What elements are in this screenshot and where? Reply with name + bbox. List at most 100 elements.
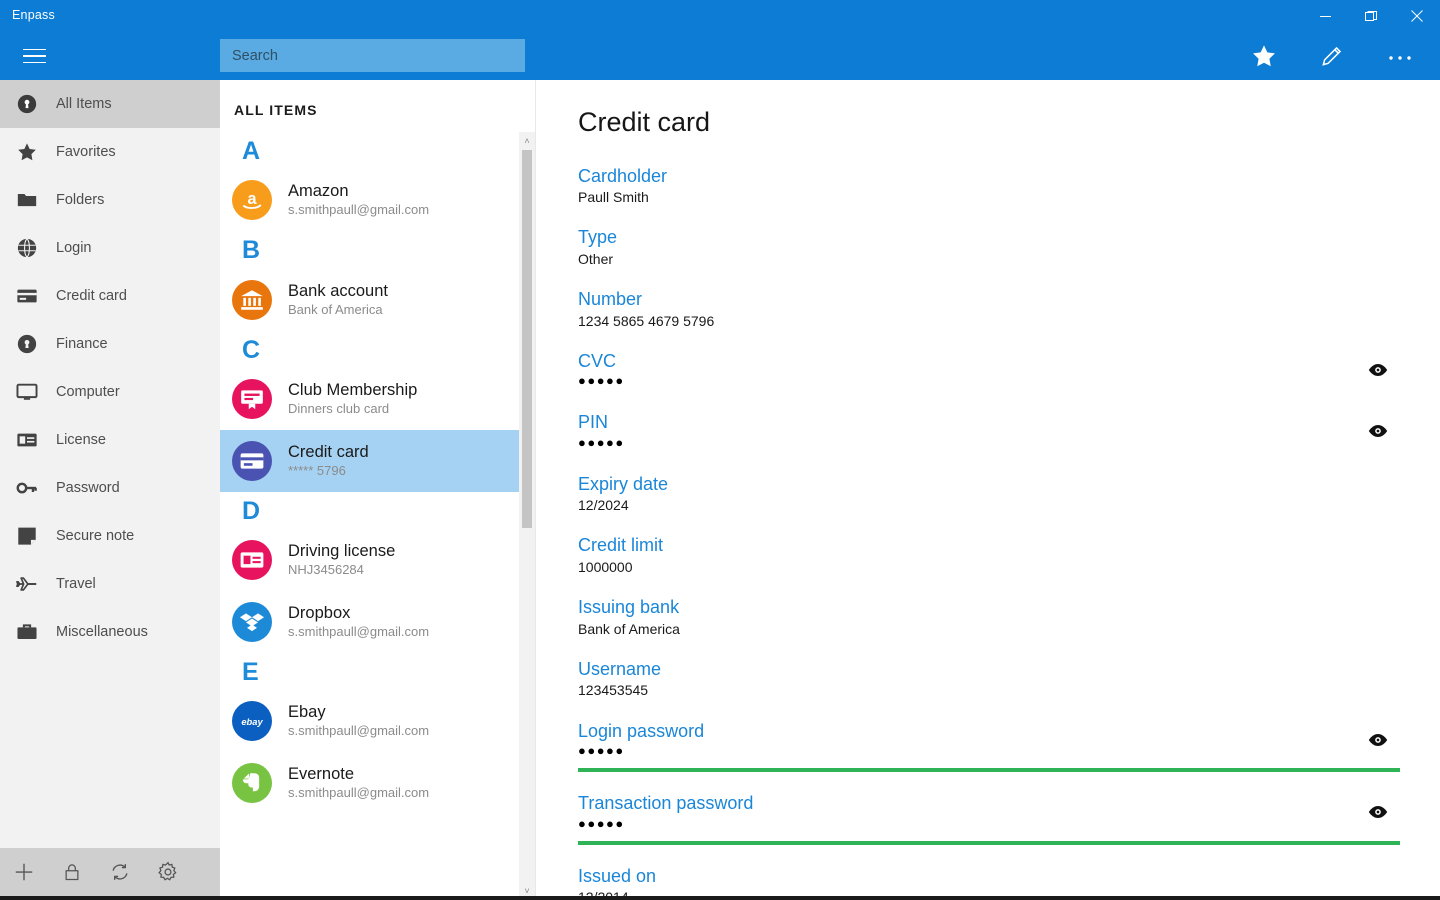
idcard-icon	[14, 427, 40, 453]
sidebar-item-miscellaneous[interactable]: Miscellaneous	[0, 608, 220, 656]
add-item-button[interactable]	[0, 848, 48, 900]
field-label: CVC	[578, 350, 1400, 373]
sidebar-item-password[interactable]: Password	[0, 464, 220, 512]
field-label: Username	[578, 658, 1400, 681]
list-item-subtitle: s.smithpaull@gmail.com	[288, 625, 429, 640]
detail-field: TypeOther	[578, 226, 1400, 268]
globe-icon	[14, 235, 40, 261]
list-item-subtitle: Dinners club card	[288, 402, 417, 417]
field-value-masked[interactable]: ●●●●●	[578, 743, 1400, 761]
list-item[interactable]: ebayEbays.smithpaull@gmail.com	[220, 690, 535, 752]
plus-icon	[13, 861, 35, 888]
sidebar-item-label: License	[56, 433, 106, 448]
list-item-title: Bank account	[288, 282, 388, 301]
field-value[interactable]: 123453545	[578, 681, 1400, 699]
sidebar-item-folders[interactable]: Folders	[0, 176, 220, 224]
sidebar-nav: All Items Favorites FoldersLogin Credit car…	[0, 80, 220, 848]
note-icon	[14, 523, 40, 549]
sidebar-item-all-items[interactable]: All Items	[0, 80, 220, 128]
field-value[interactable]: Bank of America	[578, 620, 1400, 638]
edit-button[interactable]	[1298, 36, 1366, 80]
sidebar-item-license[interactable]: License	[0, 416, 220, 464]
sidebar-item-travel[interactable]: Travel	[0, 560, 220, 608]
hamburger-line	[23, 49, 46, 51]
settings-button[interactable]	[144, 848, 192, 900]
hamburger-menu-button[interactable]	[10, 40, 58, 72]
favorite-button[interactable]	[1230, 36, 1298, 80]
sidebar-item-label: Secure note	[56, 529, 134, 544]
close-button[interactable]	[1394, 0, 1440, 32]
creditcard-icon	[14, 283, 40, 309]
list-item-subtitle: NHJ3456284	[288, 563, 395, 578]
sidebar-item-label: Favorites	[56, 145, 116, 160]
detail-field: CVC●●●●●	[578, 350, 1400, 392]
list-item[interactable]: Driving licenseNHJ3456284	[220, 529, 535, 591]
sidebar-item-label: Credit card	[56, 289, 127, 304]
list-item-subtitle: s.smithpaull@gmail.com	[288, 203, 429, 218]
lock-button[interactable]	[48, 848, 96, 900]
list-item[interactable]: Dropboxs.smithpaull@gmail.com	[220, 591, 535, 653]
keyhole-icon	[14, 91, 40, 117]
field-value[interactable]: 1000000	[578, 558, 1400, 576]
sync-button[interactable]	[96, 848, 144, 900]
sidebar-item-computer[interactable]: Computer	[0, 368, 220, 416]
sidebar-item-credit-card[interactable]: Credit card	[0, 272, 220, 320]
list-item-title: Club Membership	[288, 381, 417, 400]
app-title: Enpass	[12, 8, 55, 22]
detail-field: Login password●●●●●	[578, 720, 1400, 773]
group-letter: B	[220, 231, 535, 268]
sidebar-toolbar	[0, 848, 220, 900]
group-letter: A	[220, 132, 535, 169]
field-value[interactable]: Paull Smith	[578, 188, 1400, 206]
star-icon	[14, 139, 40, 165]
detail-field: CardholderPaull Smith	[578, 165, 1400, 207]
membership-icon	[232, 379, 272, 419]
items-list-panel: ALL ITEMS AaAmazons.smithpaull@gmail.com…	[220, 80, 536, 900]
list-item-subtitle: ***** 5796	[288, 464, 369, 479]
list-item[interactable]: Club Membership Dinners club card	[220, 368, 535, 430]
field-value[interactable]: Other	[578, 250, 1400, 268]
sidebar-item-login[interactable]: Login	[0, 224, 220, 272]
group-letter: E	[220, 653, 535, 690]
gear-icon	[157, 861, 179, 888]
reveal-eye-icon[interactable]	[1366, 419, 1390, 443]
folder-icon	[14, 187, 40, 213]
ebay-logo: ebay	[232, 701, 272, 741]
password-strength-bar	[578, 768, 1400, 772]
list-item-title: Evernote	[288, 765, 429, 784]
search-input[interactable]	[220, 39, 525, 72]
detail-field: Expiry date12/2024	[578, 473, 1400, 515]
list-scrollbar[interactable]: ˄ ˅	[519, 132, 535, 900]
list-item[interactable]: Evernotes.smithpaull@gmail.com	[220, 752, 535, 814]
list-item[interactable]: aAmazons.smithpaull@gmail.com	[220, 169, 535, 231]
sidebar-item-label: All Items	[56, 97, 112, 112]
list-item[interactable]: Bank accountBank of America	[220, 269, 535, 331]
list-item[interactable]: Credit card***** 5796	[220, 430, 535, 492]
monitor-icon	[14, 379, 40, 405]
window-bottom-edge	[0, 896, 1440, 900]
sidebar-item-secure-note[interactable]: Secure note	[0, 512, 220, 560]
reveal-eye-icon[interactable]	[1366, 728, 1390, 752]
bank-icon	[232, 280, 272, 320]
maximize-button[interactable]	[1348, 0, 1394, 32]
sidebar-item-label: Travel	[56, 577, 96, 592]
field-value[interactable]: 1234 5865 4679 5796	[578, 312, 1400, 330]
reveal-eye-icon[interactable]	[1366, 358, 1390, 382]
sidebar-item-label: Miscellaneous	[56, 625, 148, 640]
scrollbar-thumb[interactable]	[522, 150, 532, 528]
detail-field: Transaction password●●●●●	[578, 792, 1400, 845]
reveal-eye-icon[interactable]	[1366, 800, 1390, 824]
sidebar-item-finance[interactable]: Finance	[0, 320, 220, 368]
field-label: Expiry date	[578, 473, 1400, 496]
minimize-button[interactable]	[1302, 0, 1348, 32]
scrollbar-track[interactable]	[519, 150, 535, 882]
field-label: Credit limit	[578, 534, 1400, 557]
pencil-icon	[1319, 43, 1345, 74]
sidebar-item-favorites[interactable]: Favorites	[0, 128, 220, 176]
more-button[interactable]	[1366, 36, 1434, 80]
field-value-masked[interactable]: ●●●●●	[578, 373, 1400, 391]
field-value[interactable]: 12/2024	[578, 496, 1400, 514]
scroll-up-arrow[interactable]: ˄	[519, 132, 535, 150]
field-value-masked[interactable]: ●●●●●	[578, 435, 1400, 453]
field-value-masked[interactable]: ●●●●●	[578, 816, 1400, 834]
